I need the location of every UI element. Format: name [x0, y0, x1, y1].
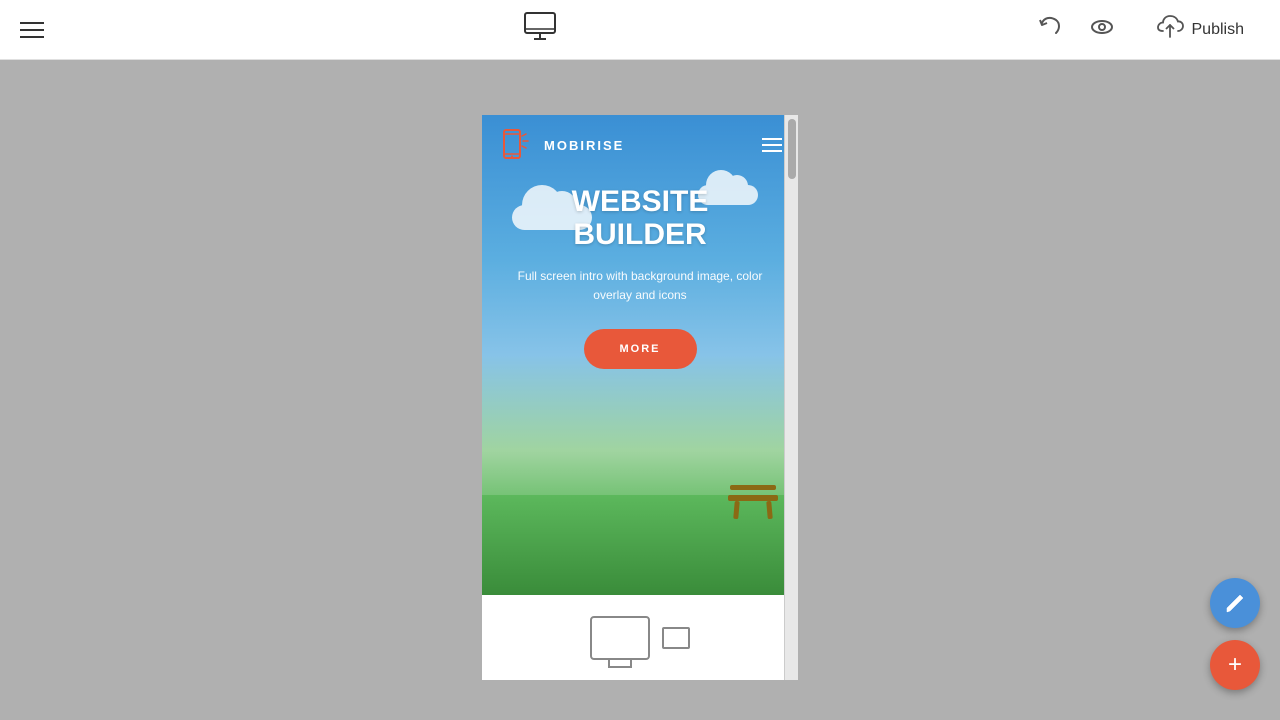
hero-title: WEBSITE BUILDER	[502, 185, 778, 251]
preview-wrapper: MOBIRISE WEBSITE BUILDER Full screen int…	[482, 115, 798, 680]
monitor-icon[interactable]	[522, 9, 558, 50]
add-fab-button[interactable]: +	[1210, 640, 1260, 690]
preview-hero: MOBIRISE WEBSITE BUILDER Full screen int…	[482, 115, 798, 595]
pencil-icon	[1224, 592, 1246, 614]
plus-icon: +	[1228, 653, 1242, 677]
edit-fab-button[interactable]	[1210, 578, 1260, 628]
preview-logo: MOBIRISE	[498, 126, 624, 164]
toolbar-right: Publish	[1036, 5, 1260, 54]
hero-subtitle: Full screen intro with background image,…	[502, 267, 778, 305]
hero-text-block: WEBSITE BUILDER Full screen intro with b…	[482, 185, 798, 369]
hero-cta-button[interactable]: MORE	[584, 329, 697, 369]
bench-decoration	[728, 495, 778, 525]
canvas-area: MOBIRISE WEBSITE BUILDER Full screen int…	[0, 60, 1280, 720]
publish-button[interactable]: Publish	[1140, 5, 1260, 54]
toolbar-center	[522, 9, 558, 50]
undo-icon[interactable]	[1036, 13, 1064, 46]
toolbar: Publish	[0, 0, 1280, 60]
preview-nav-hamburger[interactable]	[762, 138, 782, 152]
tablet-outline-icon	[662, 627, 690, 649]
cloud-upload-icon	[1156, 13, 1184, 46]
monitor-outline-icon	[590, 616, 650, 660]
preview-logo-text: MOBIRISE	[544, 138, 624, 153]
toolbar-left	[20, 22, 44, 38]
preview-content: MOBIRISE WEBSITE BUILDER Full screen int…	[482, 115, 798, 680]
preview-bottom-section	[482, 595, 798, 680]
preview-nav: MOBIRISE	[482, 115, 798, 175]
hamburger-menu-icon[interactable]	[20, 22, 44, 38]
eye-icon[interactable]	[1088, 13, 1116, 46]
mobirise-logo-icon	[498, 126, 536, 164]
publish-label: Publish	[1192, 21, 1244, 39]
monitor-outline-group	[590, 616, 690, 660]
fab-container: +	[1210, 578, 1260, 690]
